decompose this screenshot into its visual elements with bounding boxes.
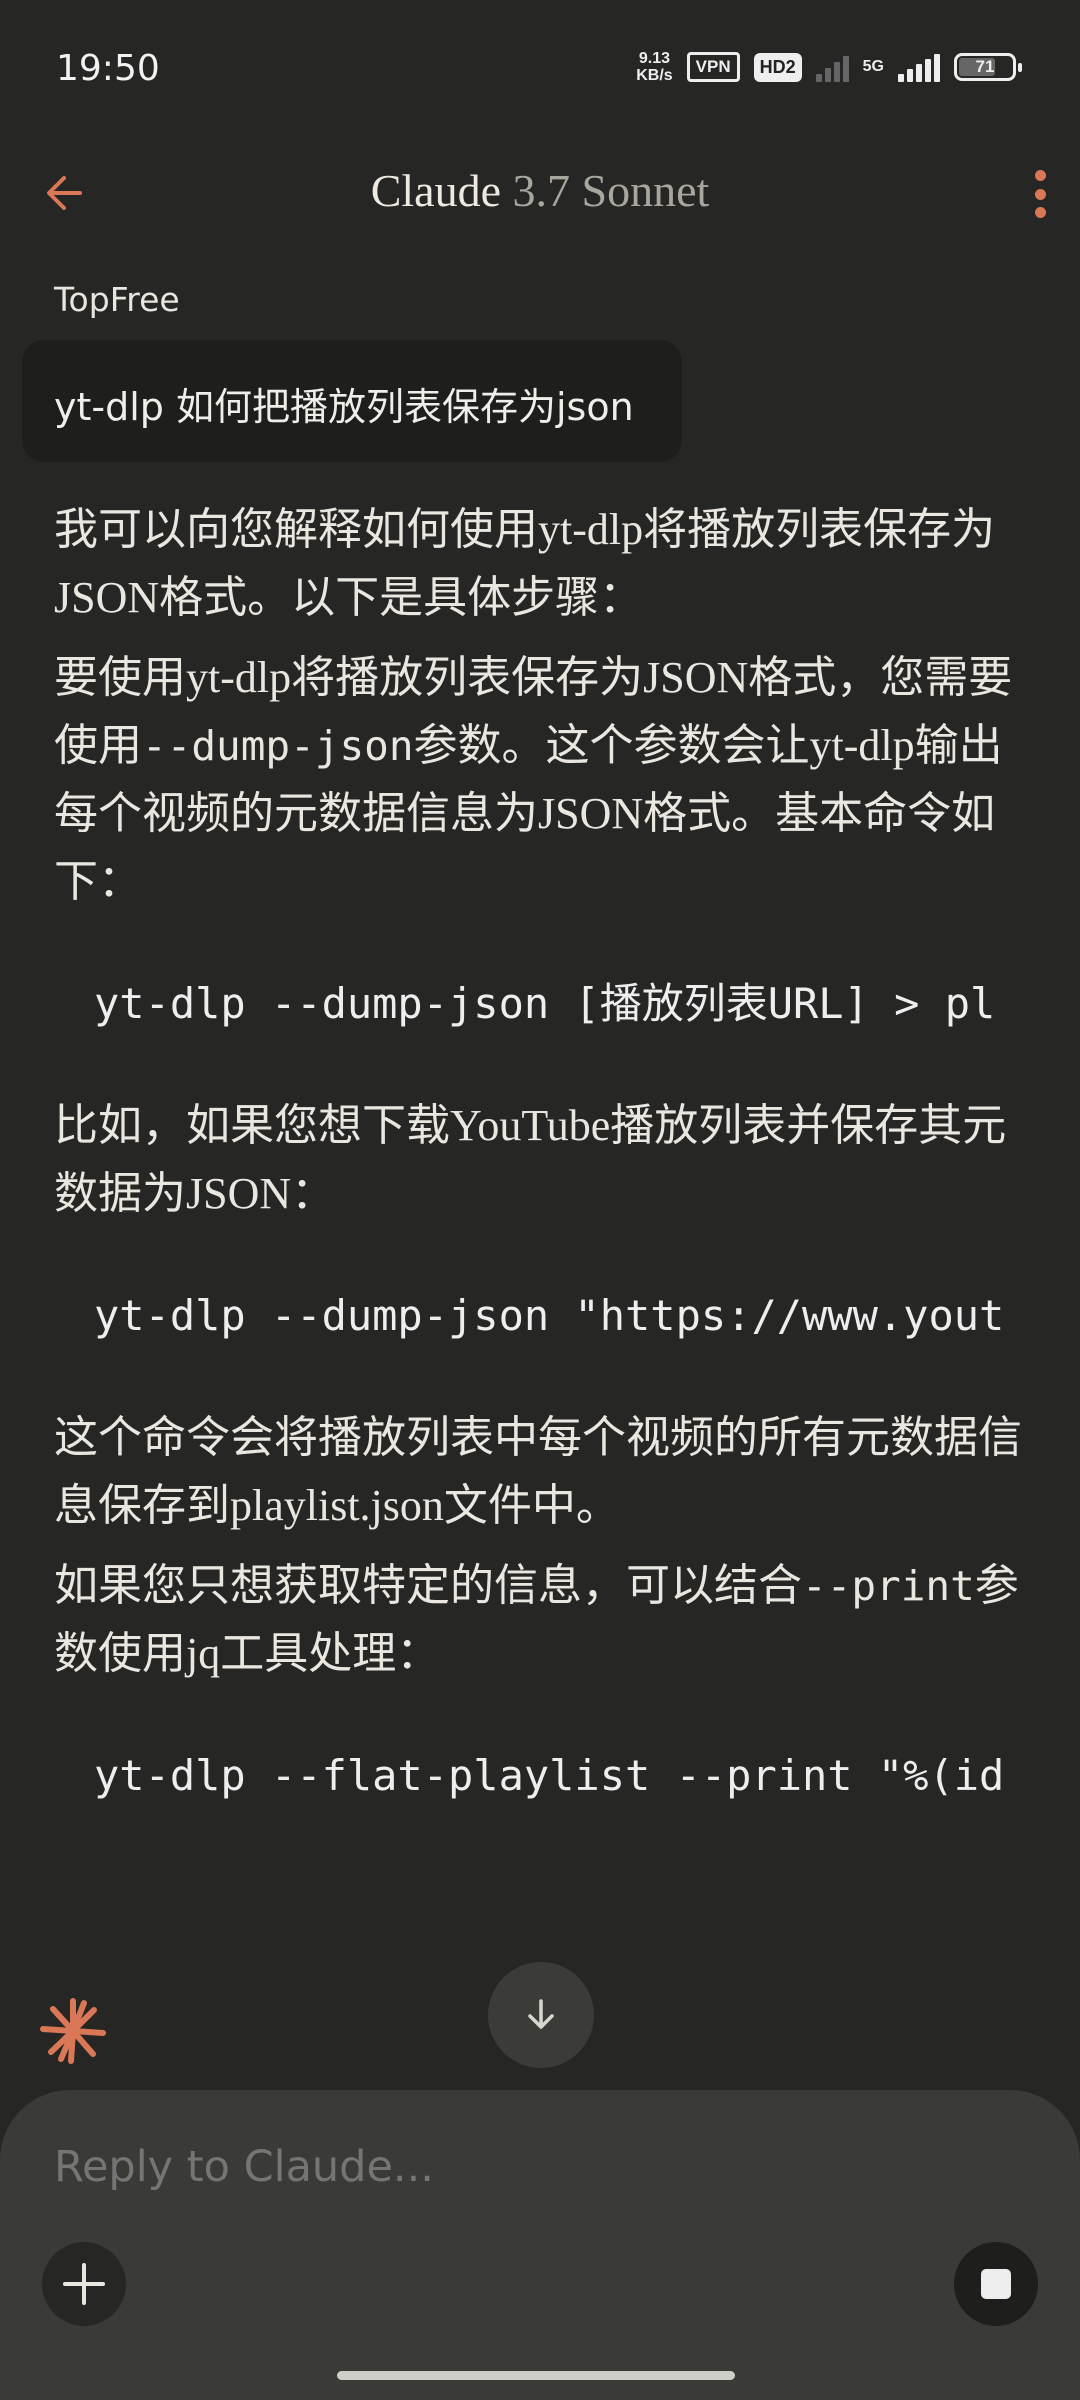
signal-sim2-icon xyxy=(898,52,940,82)
paragraph: 我可以向您解释如何使用yt-dlp将播放列表保存为JSON格式。以下是具体步骤： xyxy=(54,505,996,622)
signal-sim1-icon xyxy=(815,52,849,82)
battery-level: 71 xyxy=(975,57,995,76)
reply-input[interactable] xyxy=(54,2142,954,2192)
app-header: Claude 3.7 Sonnet xyxy=(0,140,1080,250)
paragraph: 比如，如果您想下载YouTube播放列表并保存其元数据为JSON： xyxy=(54,1101,1007,1218)
chat-title[interactable]: Claude 3.7 Sonnet xyxy=(0,164,1080,217)
paragraph: 要使用yt-dlp将播放列表保存为JSON格式，您需要使用--dump-json… xyxy=(54,644,1044,916)
plus-icon xyxy=(63,2263,105,2305)
composer xyxy=(0,2090,1080,2400)
code-block[interactable]: yt-dlp --flat-playlist --print "%(id xyxy=(0,1742,1080,1810)
assistant-message: 我可以向您解释如何使用yt-dlp将播放列表保存为JSON格式。以下是具体步骤：… xyxy=(54,496,1044,1864)
code-block[interactable]: yt-dlp --dump-json [播放列表URL] > pl xyxy=(0,970,1080,1038)
claude-spark-icon xyxy=(40,1998,106,2064)
app-name: Claude xyxy=(370,165,501,216)
inline-code: --print xyxy=(802,1562,975,1610)
inline-code: --dump-json xyxy=(142,722,414,770)
network-speed: 9.13 KB/s xyxy=(636,50,672,84)
scroll-down-button[interactable] xyxy=(488,1962,594,2068)
hd-icon: HD2 xyxy=(753,52,802,82)
arrow-down-icon xyxy=(528,1999,554,2029)
paragraph: 如果您只想获取特定的信息，可以结合--print参数使用jq工具处理： xyxy=(54,1552,1044,1688)
user-name: TopFree xyxy=(54,280,180,319)
home-indicator[interactable] xyxy=(337,2371,735,2380)
code-block[interactable]: yt-dlp --dump-json "https://www.yout xyxy=(0,1282,1080,1350)
battery-icon: 71 xyxy=(954,53,1022,81)
clock: 19:50 xyxy=(56,48,160,89)
speed-unit: KB/s xyxy=(636,67,673,84)
paragraph: 这个命令会将播放列表中每个视频的所有元数据信息保存到playlist.json文… xyxy=(54,1413,1022,1530)
more-options-icon[interactable] xyxy=(1020,166,1060,222)
vpn-icon: VPN xyxy=(686,52,740,82)
model-name: 3.7 Sonnet xyxy=(512,165,710,216)
network-type: 5G xyxy=(862,58,884,75)
user-message: yt-dlp 如何把播放列表保存为json xyxy=(22,340,682,462)
speed-value: 9.13 xyxy=(638,50,671,67)
add-attachment-button[interactable] xyxy=(42,2242,126,2326)
text: 如果您只想获取特定的信息，可以结合 xyxy=(54,1561,802,1610)
stop-icon xyxy=(981,2269,1011,2299)
status-bar: 19:50 9.13 KB/s VPN HD2 5G 71 xyxy=(0,0,1080,140)
stop-generation-button[interactable] xyxy=(954,2242,1038,2326)
